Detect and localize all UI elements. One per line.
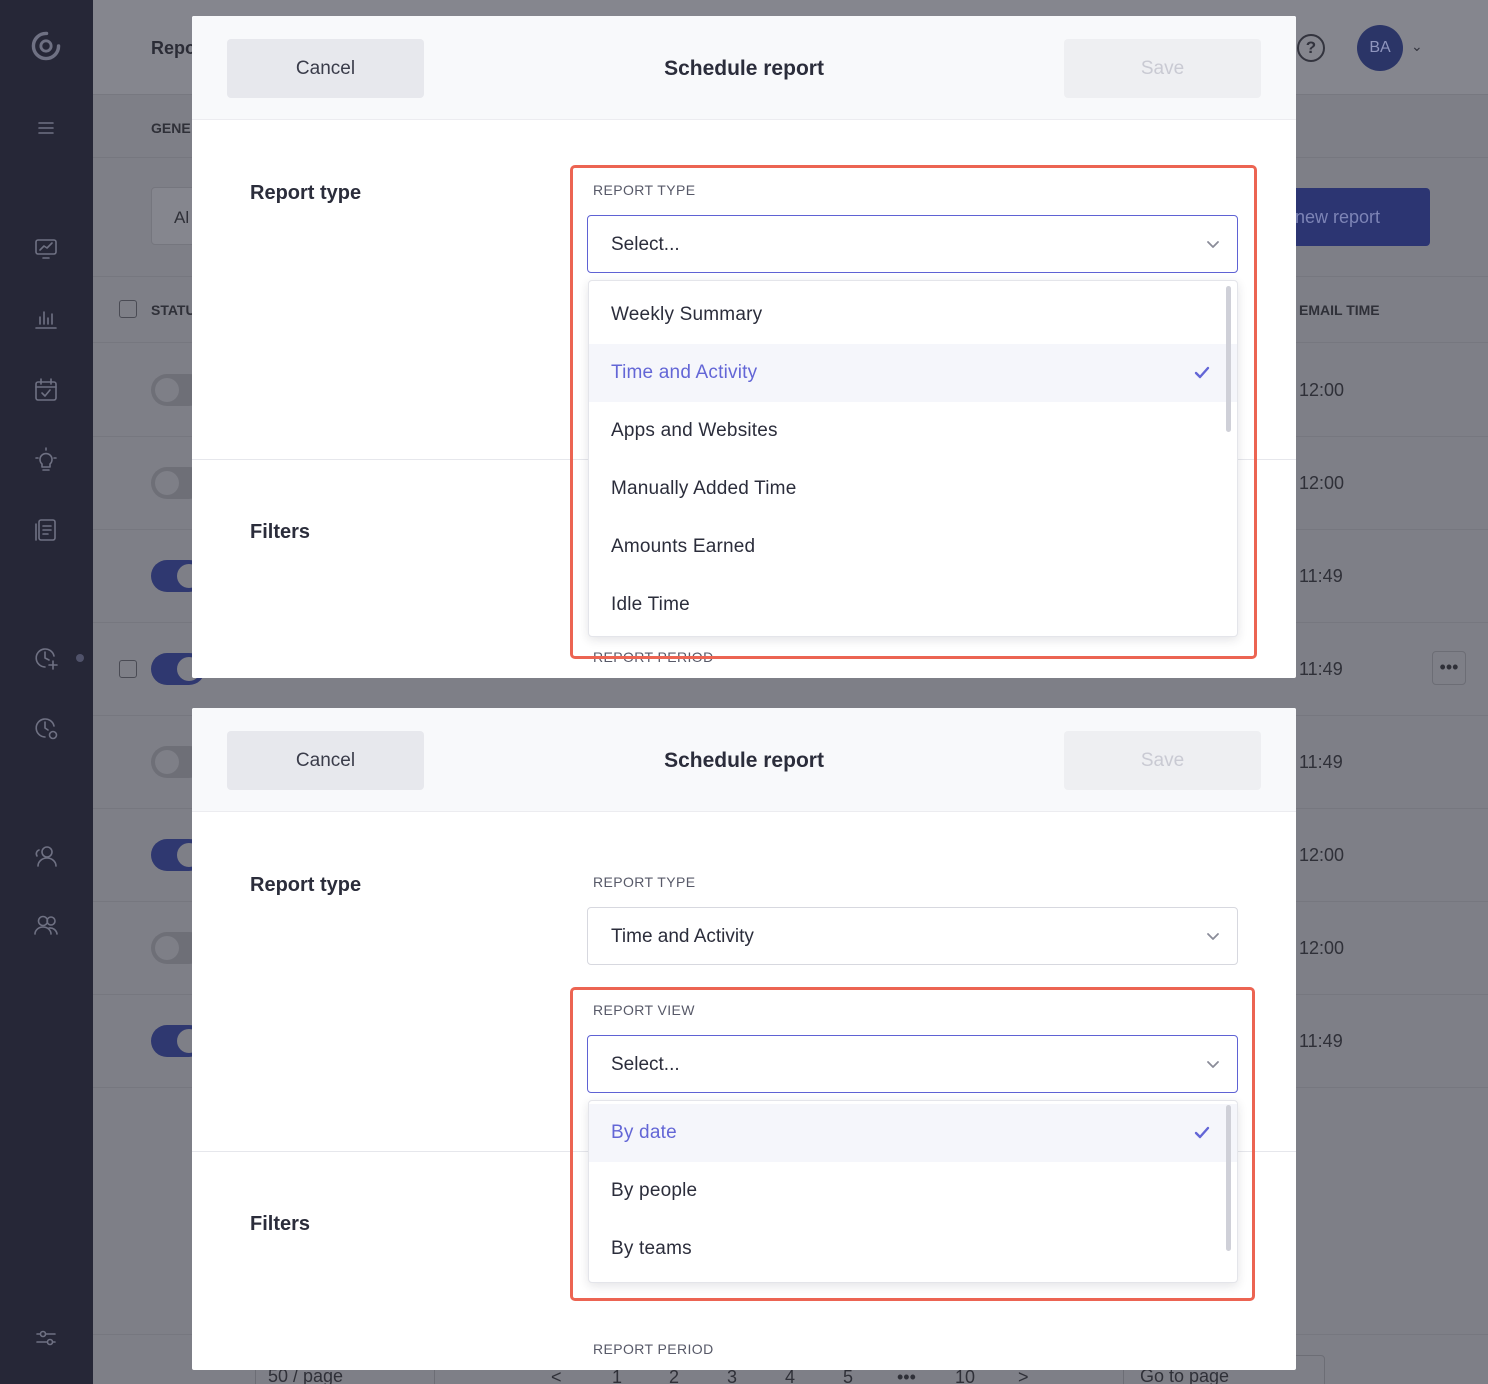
person-icon[interactable] — [30, 840, 62, 872]
email-time: 12:00 — [1299, 938, 1345, 958]
report-type-label: REPORT TYPE — [593, 874, 696, 890]
column-email-time[interactable]: EMAIL TIME — [1299, 302, 1380, 318]
email-time: 11:49 — [1299, 752, 1343, 772]
row-checkbox[interactable] — [119, 660, 137, 678]
tab-general[interactable]: GENE — [151, 120, 191, 136]
schedule-report-modal: Cancel Schedule report Save Report type … — [192, 16, 1296, 678]
sidebar — [0, 0, 93, 1384]
reports-icon[interactable] — [30, 303, 62, 335]
checkmark-icon — [1193, 364, 1211, 382]
logo-icon[interactable] — [30, 30, 62, 62]
report-period-label: REPORT PERIOD — [593, 649, 714, 665]
dropdown-scrollbar[interactable] — [1226, 286, 1231, 432]
dropdown-option[interactable]: Weekly Summary — [589, 286, 1237, 344]
schedule-report-modal: Cancel Schedule report Save Report type … — [192, 708, 1296, 1370]
dropdown-option[interactable]: Amounts Earned — [589, 518, 1237, 576]
dropdown-option[interactable]: Manually Added Time — [589, 460, 1237, 518]
report-type-label: REPORT TYPE — [593, 182, 696, 198]
page-title: Repo — [151, 38, 196, 58]
dropdown-option-selected[interactable]: By date — [589, 1104, 1237, 1162]
dropdown-option[interactable]: Apps and Websites — [589, 402, 1237, 460]
help-icon[interactable]: ? — [1297, 34, 1325, 62]
menu-icon[interactable] — [30, 112, 62, 144]
chevron-down-icon — [1205, 1056, 1221, 1072]
dropdown-option-selected[interactable]: Time and Activity — [589, 344, 1237, 402]
section-filters: Filters — [250, 521, 311, 543]
email-time: 12:00 — [1299, 473, 1345, 493]
time-add-icon[interactable] — [30, 642, 62, 674]
report-view-dropdown: By date By people By teams — [588, 1100, 1238, 1283]
filter-select-value: Al — [174, 208, 190, 227]
dropdown-option[interactable]: By teams — [589, 1220, 1237, 1278]
column-status[interactable]: STATU — [151, 302, 196, 318]
projects-icon[interactable] — [30, 514, 62, 546]
chevron-down-icon — [1205, 236, 1221, 252]
report-type-select-value: Time and Activity — [611, 926, 754, 947]
email-time: 12:00 — [1299, 380, 1345, 400]
report-view-select[interactable]: Select... — [587, 1035, 1238, 1093]
report-period-label: REPORT PERIOD — [593, 1341, 714, 1357]
avatar[interactable]: BA — [1357, 25, 1403, 71]
chevron-down-icon — [1205, 928, 1221, 944]
people-icon[interactable] — [30, 909, 62, 941]
section-report-type: Report type — [250, 874, 362, 896]
chevron-down-icon[interactable]: ⌄ — [1411, 38, 1423, 55]
dropdown-scrollbar[interactable] — [1226, 1105, 1231, 1251]
email-time: 11:49 — [1299, 1031, 1343, 1051]
dashboard-icon[interactable] — [30, 233, 62, 265]
settings-sliders-icon[interactable] — [30, 1322, 62, 1354]
select-all-checkbox[interactable] — [119, 300, 137, 318]
report-type-select[interactable]: Time and Activity — [587, 907, 1238, 965]
section-report-type: Report type — [250, 182, 362, 204]
calendar-icon[interactable] — [30, 374, 62, 406]
modal-header: Cancel Schedule report Save — [192, 708, 1296, 812]
report-view-select-value: Select... — [611, 1054, 680, 1075]
report-type-select[interactable]: Select... — [587, 215, 1238, 273]
report-view-label: REPORT VIEW — [593, 1002, 695, 1018]
modal-header: Cancel Schedule report Save — [192, 16, 1296, 120]
report-type-select-value: Select... — [611, 234, 680, 255]
checkmark-icon — [1193, 1124, 1211, 1142]
more-options-button[interactable]: ••• — [1432, 651, 1466, 685]
notification-dot — [76, 654, 84, 662]
email-time: 12:00 — [1299, 845, 1345, 865]
section-filters: Filters — [250, 1213, 311, 1235]
dropdown-option[interactable]: By people — [589, 1162, 1237, 1220]
save-button[interactable]: Save — [1064, 39, 1261, 98]
dropdown-option[interactable]: Idle Time — [589, 576, 1237, 634]
email-time: 11:49 — [1299, 659, 1343, 679]
time-settings-icon[interactable] — [30, 712, 62, 744]
save-button[interactable]: Save — [1064, 731, 1261, 790]
report-type-dropdown: Weekly Summary Time and Activity Apps an… — [588, 280, 1238, 637]
new-report-button[interactable]: new report — [1283, 188, 1430, 246]
insights-icon[interactable] — [30, 444, 62, 476]
email-time: 11:49 — [1299, 566, 1343, 586]
